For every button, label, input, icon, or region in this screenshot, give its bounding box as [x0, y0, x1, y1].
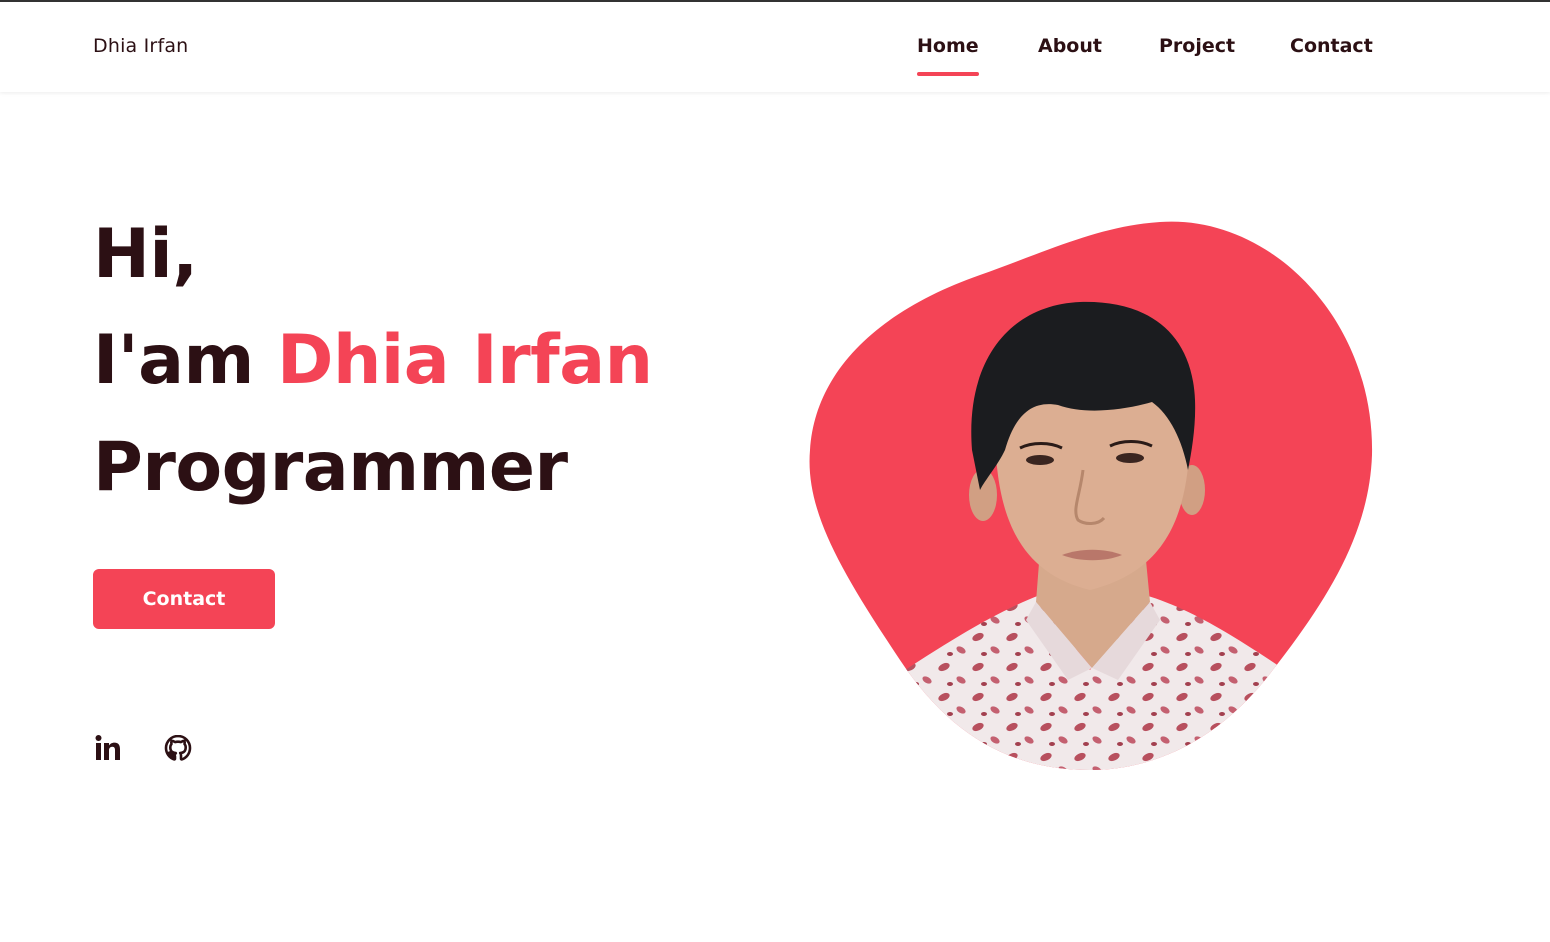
github-icon	[164, 734, 192, 761]
nav-item-project[interactable]: Project	[1159, 35, 1235, 57]
linkedin-link[interactable]	[93, 733, 123, 763]
contact-button[interactable]: Contact	[93, 569, 275, 629]
profile-photo	[809, 221, 1373, 771]
nav-item-contact[interactable]: Contact	[1290, 35, 1373, 57]
hero-role: Programmer	[93, 428, 568, 507]
hero-intro: I'am Dhia Irfan	[93, 327, 653, 395]
hero-name: Dhia Irfan	[277, 321, 653, 400]
profile-image	[800, 210, 1390, 780]
github-link[interactable]	[163, 733, 193, 763]
nav-item-about[interactable]: About	[1038, 35, 1102, 57]
nav-item-home[interactable]: Home	[917, 35, 979, 76]
hero-greeting: Hi,	[93, 215, 198, 294]
main-nav: Home About Project Contact	[0, 35, 1550, 85]
linkedin-icon	[95, 735, 120, 760]
hero-intro-prefix: I'am	[93, 321, 278, 400]
site-header: Dhia Irfan Home About Project Contact	[0, 2, 1550, 92]
